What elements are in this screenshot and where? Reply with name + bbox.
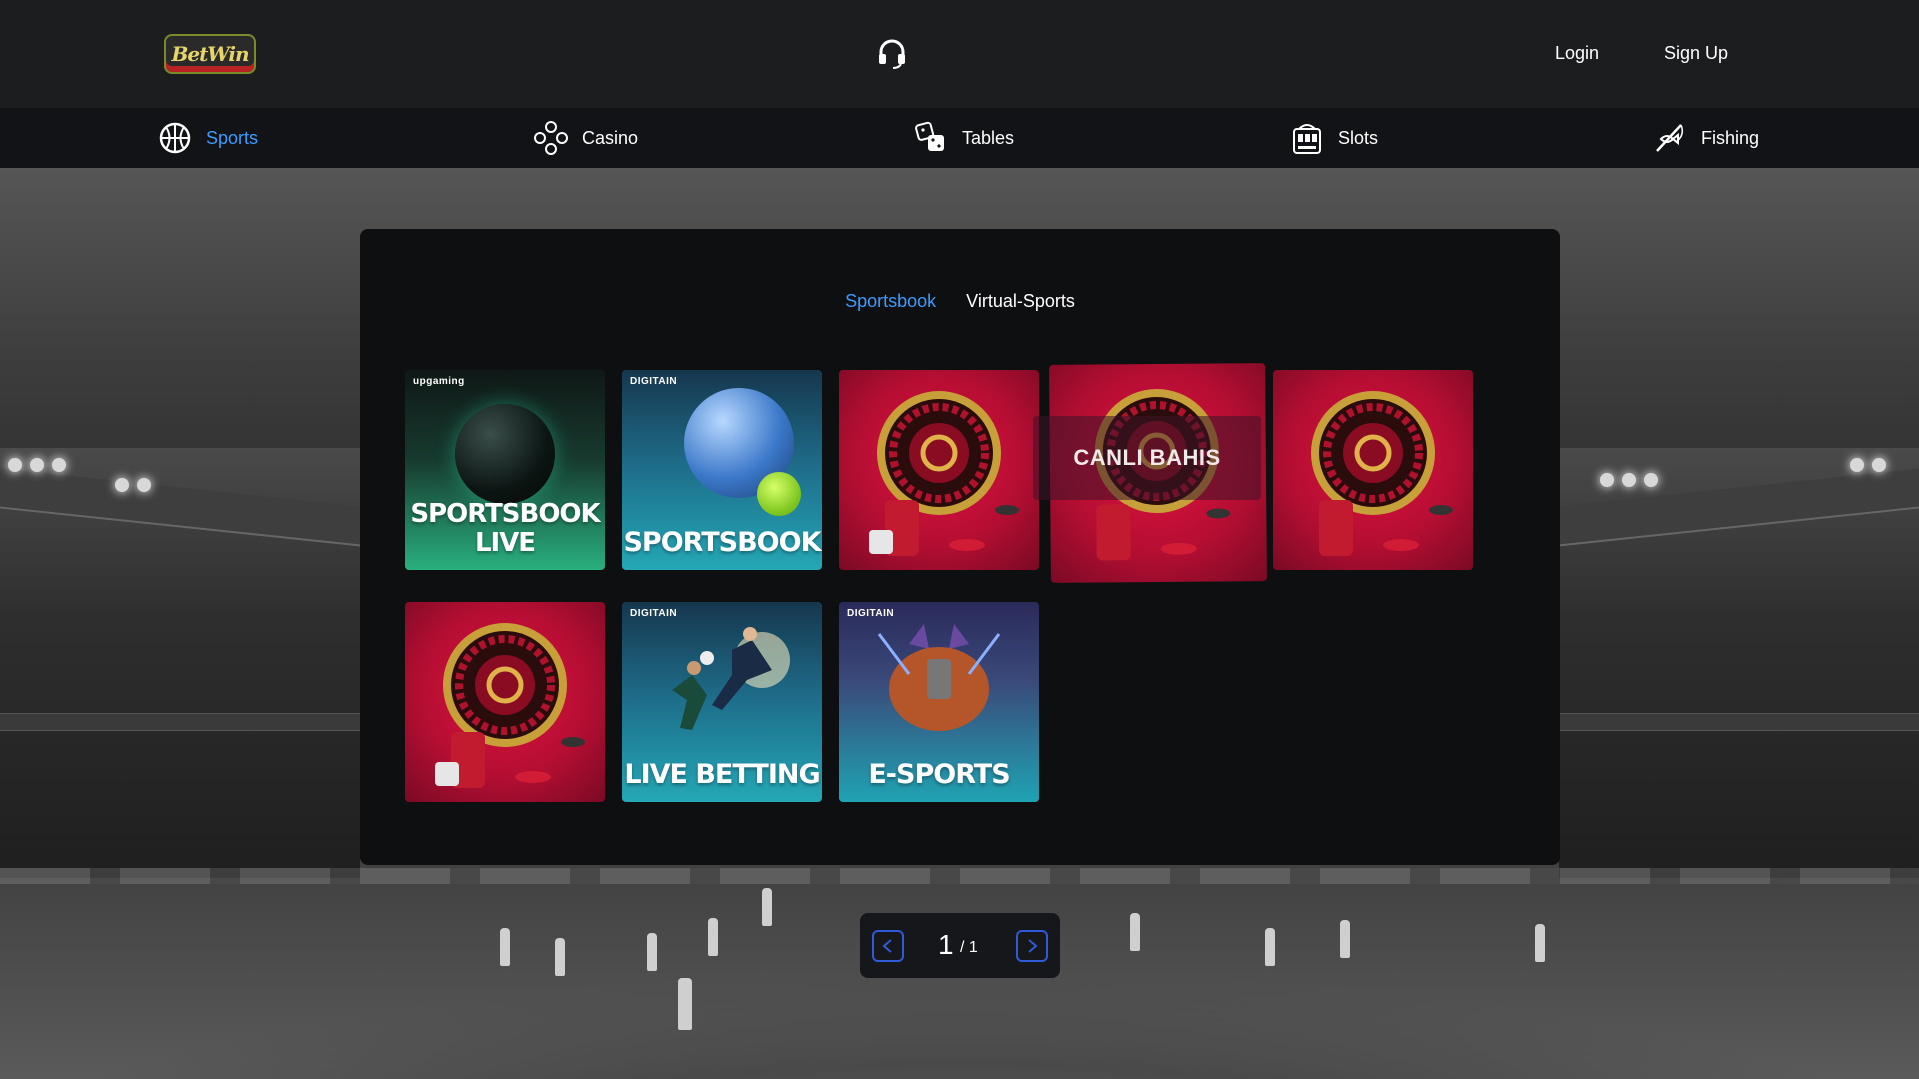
category-nav: Sports Casino Tables Slots Fishing	[0, 108, 1919, 168]
headset-support-icon[interactable]	[877, 38, 907, 70]
login-link[interactable]: Login	[1555, 43, 1599, 64]
soccer-players-illustration	[672, 627, 790, 730]
nav-item-tables[interactable]: Tables	[914, 108, 1014, 168]
nav-label-sports: Sports	[206, 127, 259, 148]
game-card-roulette-2[interactable]	[1273, 370, 1473, 570]
game-card-roulette-1[interactable]	[839, 370, 1039, 570]
nav-item-fishing[interactable]: Fishing	[1653, 108, 1759, 168]
brand-logo[interactable]: BetWin	[164, 34, 256, 74]
current-page: 1	[938, 929, 954, 960]
provider-label: upgaming	[413, 376, 465, 387]
game-card-live-betting[interactable]: DIGITAIN LIVE BETTING	[622, 602, 822, 802]
top-header: BetWin Login Sign Up	[0, 0, 1919, 108]
hover-title-canli-bahis: CANLI BAHIS	[1033, 416, 1261, 500]
nav-label-slots: Slots	[1338, 127, 1379, 148]
next-page-button[interactable]	[1016, 930, 1048, 962]
sub-tabs: Sportsbook Virtual-Sports	[360, 291, 1560, 312]
game-card-e-sports[interactable]: DIGITAIN E-SPORTS	[839, 602, 1039, 802]
nav-label-tables: Tables	[962, 127, 1015, 148]
nav-item-casino[interactable]: Casino	[534, 108, 638, 168]
nav-label-fishing: Fishing	[1701, 127, 1760, 148]
nav-label-casino: Casino	[582, 127, 639, 148]
esports-creature-illustration	[877, 624, 1001, 731]
game-card-sportsbook[interactable]: DIGITAIN SPORTSBOOK	[622, 370, 822, 570]
tab-virtual-sports[interactable]: Virtual-Sports	[966, 291, 1075, 312]
gamepad-buttons-icon	[534, 121, 568, 155]
game-card-sportsbook-live[interactable]: upgaming SPORTSBOOK LIVE	[405, 370, 605, 570]
fishing-rod-icon	[1656, 124, 1684, 152]
casino-chips-icon	[1096, 504, 1231, 561]
game-title: SPORTSBOOK LIVE	[410, 499, 600, 558]
tab-sportsbook[interactable]: Sportsbook	[845, 291, 936, 312]
nav-item-slots[interactable]: Slots	[1290, 108, 1378, 168]
pagination: 1 / 1	[860, 913, 1060, 978]
chevron-left-icon	[882, 939, 892, 953]
casino-chips-icon	[869, 500, 1019, 556]
dice-icon	[915, 121, 944, 151]
provider-label: DIGITAIN	[630, 608, 678, 619]
casino-chips-icon	[435, 732, 585, 788]
game-card-roulette-3[interactable]	[405, 602, 605, 802]
game-title: SPORTSBOOK	[623, 527, 821, 558]
slot-machine-icon	[1293, 124, 1321, 154]
game-title: LIVE BETTING	[624, 759, 820, 790]
total-pages: / 1	[960, 939, 978, 956]
nav-item-sports[interactable]: Sports	[158, 108, 258, 168]
basketball-icon	[159, 122, 191, 154]
chevron-right-icon	[1028, 939, 1038, 953]
signup-link[interactable]: Sign Up	[1664, 43, 1728, 64]
provider-label: DIGITAIN	[630, 376, 678, 387]
previous-page-button[interactable]	[872, 930, 904, 962]
casino-chips-icon	[1319, 500, 1453, 556]
game-title: E-SPORTS	[868, 759, 1010, 790]
